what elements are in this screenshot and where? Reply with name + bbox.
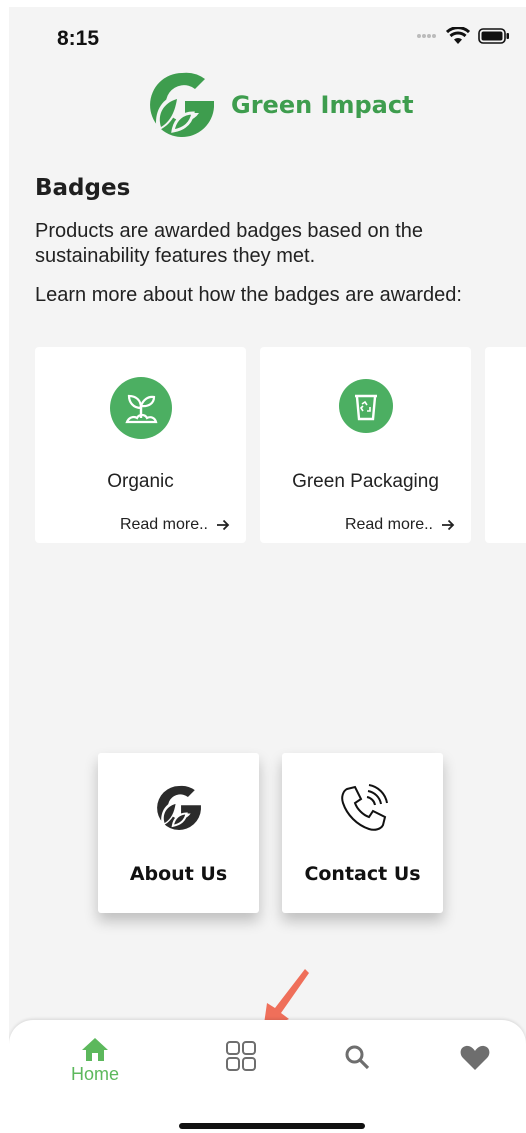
home-indicator [179,1123,365,1129]
badge-label: Organic [107,471,174,492]
status-time: 8:15 [57,27,100,50]
badges-carousel[interactable]: Organic Read more.. Green Packaging Read… [35,347,526,543]
leaf-g-logo-icon [156,785,201,830]
app-screen: 8:15 Green Impact Badges Products are aw… [9,7,526,1133]
sprout-icon [109,377,172,439]
heart-icon [460,1045,490,1070]
about-us-tile[interactable]: About Us [98,753,259,913]
nav-home[interactable]: Home [45,1020,145,1100]
leaf-g-logo-icon [150,72,214,137]
grid-icon [226,1041,256,1071]
signal-dots-icon [417,34,436,38]
battery-icon [478,28,509,44]
search-icon [345,1045,370,1070]
about-us-label: About Us [129,863,228,885]
badges-description: Products are awarded badges based on the… [35,220,424,267]
badge-card-green-packaging[interactable]: Green Packaging Read more.. [260,347,471,543]
brand-name: Green Impact [231,91,414,119]
contact-us-label: Contact Us [304,863,421,885]
badges-title: Badges [35,175,131,201]
contact-us-tile[interactable]: Contact Us [282,753,443,913]
arrow-right-icon [217,519,230,531]
nav-search[interactable] [307,1020,407,1100]
phone-icon [340,784,388,831]
home-icon [82,1038,108,1061]
read-more-label: Read more.. [119,516,208,533]
brand-header: Green Impact [147,69,414,141]
recycle-bin-icon [338,379,393,433]
arrow-right-icon [442,519,455,531]
read-more-link[interactable]: Read more.. [120,516,230,534]
nav-home-label: Home [70,1064,119,1084]
read-more-label: Read more.. [344,516,433,533]
bottom-navigation: Home [9,1020,526,1133]
badge-card-partial[interactable] [485,347,526,543]
badge-card-organic[interactable]: Organic Read more.. [35,347,246,543]
status-icons [416,27,510,45]
wifi-icon [446,27,470,44]
badge-label: Green Packaging [292,471,439,492]
nav-favorites[interactable] [425,1020,525,1100]
badges-learn-more-text: Learn more about how the badges are awar… [35,284,462,306]
nav-categories[interactable] [191,1020,291,1100]
read-more-link[interactable]: Read more.. [345,516,455,534]
